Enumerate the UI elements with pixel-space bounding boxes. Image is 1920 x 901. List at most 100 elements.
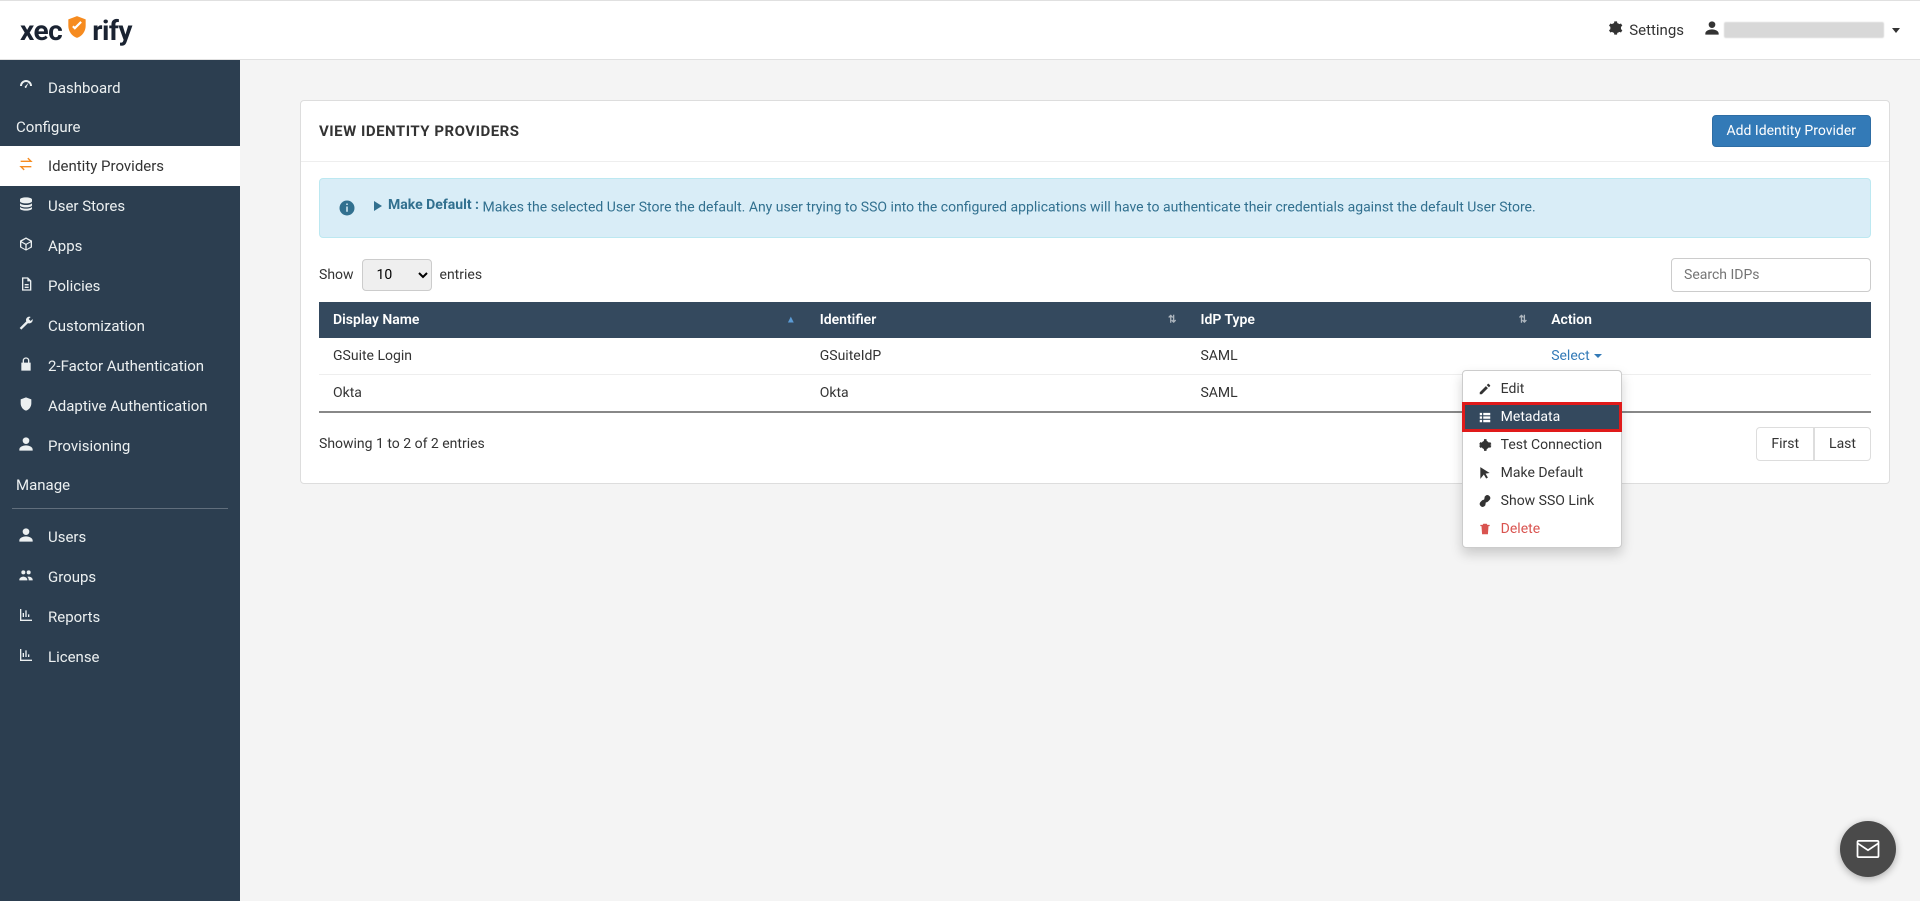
link-icon (1477, 494, 1493, 508)
sidebar-label: License (48, 648, 100, 666)
pagination-first[interactable]: First (1756, 427, 1814, 461)
sort-icon: ⇅ (1519, 315, 1527, 326)
dropdown-item-delete[interactable]: Delete (1463, 515, 1621, 543)
cell-identifier: GSuiteIdP (806, 338, 1187, 375)
sidebar-label: 2-Factor Authentication (48, 357, 204, 375)
lock-icon (16, 356, 36, 376)
page-title: VIEW IDENTITY PROVIDERS (319, 122, 520, 140)
sidebar-item-license[interactable]: License (0, 637, 240, 677)
logo-text-pre: xec (20, 14, 62, 47)
main-content: VIEW IDENTITY PROVIDERS Add Identity Pro… (240, 60, 1920, 901)
info-icon (338, 195, 356, 221)
sidebar-item-user-stores[interactable]: User Stores (0, 186, 240, 226)
info-body: Makes the selected User Store the defaul… (482, 200, 1535, 216)
logo-text-post: rify (92, 14, 132, 47)
dropdown-label: Delete (1501, 521, 1540, 537)
show-label: Show (319, 267, 354, 283)
user-icon (16, 527, 36, 547)
entries-label: entries (440, 267, 483, 283)
sidebar-item-2fa[interactable]: 2-Factor Authentication (0, 346, 240, 386)
sidebar-item-adaptive[interactable]: Adaptive Authentication (0, 386, 240, 426)
action-select-dropdown[interactable]: Select Edit (1551, 348, 1601, 364)
chevron-down-icon (1594, 354, 1602, 358)
info-alert: Make Default : Makes the selected User S… (319, 178, 1871, 238)
mail-fab[interactable] (1840, 821, 1896, 877)
dropdown-label: Show SSO Link (1501, 493, 1595, 509)
user-alt-icon (16, 436, 36, 456)
col-display-name[interactable]: Display Name▲ (319, 302, 806, 338)
logo: xec rify (20, 14, 132, 47)
sidebar-label: Customization (48, 317, 145, 335)
sidebar-label: Identity Providers (48, 157, 164, 175)
table-controls: Show 10 entries (319, 258, 1871, 292)
dropdown-item-metadata[interactable]: Metadata (1463, 403, 1621, 431)
sidebar-item-customization[interactable]: Customization (0, 306, 240, 346)
chevron-down-icon (1892, 28, 1900, 33)
dropdown-label: Metadata (1501, 409, 1561, 425)
select-label: Select (1551, 348, 1589, 364)
sidebar-item-dashboard[interactable]: Dashboard (0, 68, 240, 108)
mail-icon (1854, 835, 1882, 863)
col-idp-type[interactable]: IdP Type⇅ (1186, 302, 1537, 338)
exchange-icon (16, 156, 36, 176)
sidebar-label: User Stores (48, 197, 125, 215)
chart-alt-icon (16, 647, 36, 667)
sidebar-item-reports[interactable]: Reports (0, 597, 240, 637)
table-row: Okta Okta SAML (319, 375, 1871, 413)
sidebar-item-apps[interactable]: Apps (0, 226, 240, 266)
cell-display-name: Okta (319, 375, 806, 413)
sidebar-label: Policies (48, 277, 100, 295)
sidebar-item-policies[interactable]: Policies (0, 266, 240, 306)
sidebar-label: Groups (48, 568, 96, 586)
dropdown-item-show-sso[interactable]: Show SSO Link (1463, 487, 1621, 515)
sidebar-section-manage: Manage (0, 466, 240, 504)
showing-text: Showing 1 to 2 of 2 entries (319, 436, 485, 452)
sidebar-item-users[interactable]: Users (0, 517, 240, 557)
pagination-last[interactable]: Last (1814, 427, 1871, 461)
user-menu[interactable] (1704, 20, 1900, 40)
cell-action: Select Edit (1537, 338, 1871, 375)
panel: VIEW IDENTITY PROVIDERS Add Identity Pro… (300, 100, 1890, 484)
search-input[interactable] (1671, 258, 1871, 292)
info-text: Make Default : Makes the selected User S… (372, 195, 1536, 219)
settings-link[interactable]: Settings (1607, 20, 1684, 40)
sidebar-item-provisioning[interactable]: Provisioning (0, 426, 240, 466)
sidebar-label: Apps (48, 237, 82, 255)
panel-header: VIEW IDENTITY PROVIDERS Add Identity Pro… (301, 101, 1889, 162)
sidebar: Dashboard Configure Identity Providers U… (0, 60, 240, 901)
sidebar-label: Adaptive Authentication (48, 397, 208, 415)
dropdown-label: Make Default (1501, 465, 1584, 481)
page-size-select[interactable]: 10 (362, 259, 432, 291)
sort-icon: ⇅ (1168, 315, 1176, 326)
shield-alt-icon (16, 396, 36, 416)
chart-icon (16, 607, 36, 627)
user-email (1724, 22, 1884, 38)
dropdown-item-edit[interactable]: Edit (1463, 375, 1621, 403)
edit-icon (1477, 382, 1493, 396)
table-row: GSuite Login GSuiteIdP SAML Select (319, 338, 1871, 375)
dropdown-label: Test Connection (1501, 437, 1602, 453)
cube-icon (16, 236, 36, 256)
gears-icon (1477, 438, 1493, 452)
top-bar: xec rify Settings (0, 0, 1920, 60)
col-identifier[interactable]: Identifier⇅ (806, 302, 1187, 338)
gear-icon (1607, 20, 1623, 40)
pointer-icon (1477, 466, 1493, 480)
idp-table: Display Name▲ Identifier⇅ IdP Type⇅ Acti… (319, 302, 1871, 413)
add-identity-provider-button[interactable]: Add Identity Provider (1712, 115, 1872, 147)
sidebar-label: Reports (48, 608, 100, 626)
sort-asc-icon: ▲ (786, 315, 796, 326)
sidebar-section-configure: Configure (0, 108, 240, 146)
trash-icon (1477, 522, 1493, 536)
document-icon (16, 276, 36, 296)
list-icon (1477, 410, 1493, 424)
wrench-icon (16, 316, 36, 336)
users-icon (16, 567, 36, 587)
dropdown-item-test-connection[interactable]: Test Connection (1463, 431, 1621, 459)
sidebar-label: Users (48, 528, 86, 546)
dropdown-item-make-default[interactable]: Make Default (1463, 459, 1621, 487)
sidebar-item-groups[interactable]: Groups (0, 557, 240, 597)
sidebar-item-identity-providers[interactable]: Identity Providers (0, 146, 240, 186)
action-dropdown-menu: Edit Metadata Test Connect (1462, 370, 1622, 548)
col-action: Action (1537, 302, 1871, 338)
